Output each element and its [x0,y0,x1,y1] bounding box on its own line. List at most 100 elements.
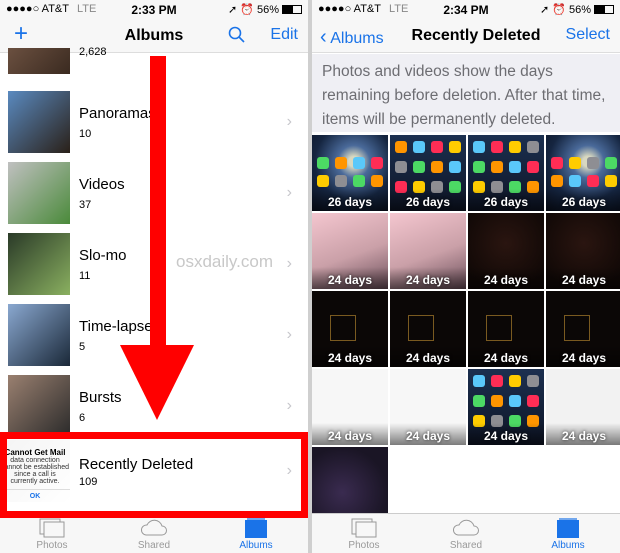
app-icon [431,141,443,153]
photos-icon [12,516,92,540]
days-remaining: 26 days [327,195,373,209]
app-icon [587,157,599,169]
album-count: 6 [79,412,86,424]
app-icon [509,395,521,407]
album-count: 10 [79,128,92,140]
tab-shared[interactable]: Shared [426,516,506,551]
days-remaining: 24 days [327,429,373,443]
app-icon [527,141,539,153]
chevron-left-icon: ‹ [320,26,327,48]
days-remaining: 24 days [483,273,529,287]
tab-photos[interactable]: Photos [12,516,92,551]
frame-square [486,315,512,341]
photo-thumbnail[interactable] [312,447,388,523]
chevron-right-icon: › [286,326,292,343]
photo-thumbnail[interactable]: 26 days [468,135,544,211]
days-remaining: 26 days [561,195,607,209]
info-banner: Photos and videos show the days remainin… [312,54,620,132]
recently-deleted-screen: ●●●●○ AT&T LTE 2:34 PM ➚ ⏰ 56% ‹ Albums R… [312,0,620,553]
photo-thumbnail[interactable]: 24 days [312,369,388,445]
app-icon [587,175,599,187]
app-icon [371,157,383,169]
app-icon [335,157,347,169]
select-button[interactable]: Select [566,26,610,44]
album-thumbnail [8,233,70,295]
albums-screen: ●●●●○ AT&T LTE 2:33 PM ➚ ⏰ 56% + Albums E… [0,0,308,553]
album-name: Videos [79,176,125,193]
photo-thumbnail[interactable]: 24 days [546,213,620,289]
app-icon [317,157,329,169]
app-icon [491,161,503,173]
chevron-right-icon: › [286,255,292,272]
cloud-icon [426,516,506,540]
app-icon [491,395,503,407]
photo-thumbnail[interactable]: 24 days [468,213,544,289]
photo-thumbnail[interactable]: 24 days [312,291,388,367]
app-icon [551,175,563,187]
photo-thumbnail[interactable]: 26 days [546,135,620,211]
album-name: Bursts [79,389,122,406]
app-icon [449,141,461,153]
album-thumbnail [8,48,70,74]
frame-square [330,315,356,341]
tab-bar: Photos Shared Albums [0,513,308,553]
app-icon [569,157,581,169]
app-icon [509,375,521,387]
album-name: Time-lapse [79,318,153,335]
tab-shared[interactable]: Shared [114,516,194,551]
photo-thumbnail[interactable]: 24 days [546,291,620,367]
days-remaining: 26 days [483,195,529,209]
photo-thumbnail[interactable]: 24 days [390,291,466,367]
photo-thumbnail[interactable]: 24 days [546,369,620,445]
album-thumbnail [8,304,70,366]
photo-thumbnail[interactable]: 24 days [312,213,388,289]
photo-thumbnail[interactable] [390,447,466,523]
app-icon [527,375,539,387]
album-name: Panoramas [79,105,156,122]
app-icon [605,157,617,169]
photo-grid: 26 days 26 days 26 days 26 days 24 days 24 da… [312,135,620,523]
photo-thumbnail[interactable]: 24 days [468,291,544,367]
album-name: Slo-mo [79,247,127,264]
photo-thumbnail[interactable]: 24 days [468,369,544,445]
days-remaining: 24 days [483,429,529,443]
cloud-icon [114,516,194,540]
photo-thumbnail[interactable] [468,447,544,523]
photo-thumbnail[interactable] [546,447,620,523]
days-remaining: 24 days [561,429,607,443]
app-icon [371,175,383,187]
tab-label: Shared [137,540,171,551]
app-icon [473,395,485,407]
app-icon [473,375,485,387]
days-remaining: 24 days [405,351,451,365]
days-remaining: 26 days [405,195,451,209]
app-icon [509,161,521,173]
battery-icon [282,5,302,14]
app-icon [449,161,461,173]
frame-square [408,315,434,341]
app-icon [431,161,443,173]
tab-albums[interactable]: Albums [528,516,608,551]
days-remaining: 24 days [327,273,373,287]
tab-label: Photos [36,540,68,551]
days-remaining: 24 days [327,351,373,365]
nav-bar: ‹ Albums Recently Deleted Select [312,20,620,53]
photo-thumbnail[interactable]: 26 days [390,135,466,211]
tab-label: Albums [239,540,273,551]
tab-photos[interactable]: Photos [324,516,404,551]
photo-thumbnail[interactable]: 26 days [312,135,388,211]
days-remaining: 24 days [483,351,529,365]
status-bar: ●●●●○ AT&T LTE 2:33 PM ➚ ⏰ 56% [0,0,308,20]
photo-thumbnail[interactable]: 24 days [390,369,466,445]
albums-icon [216,516,296,540]
status-right: ➚ ⏰ 56% [540,3,614,16]
days-remaining: 24 days [405,429,451,443]
album-thumbnail [8,91,70,153]
app-icon [413,161,425,173]
status-right: ➚ ⏰ 56% [228,3,302,16]
album-thumbnail [8,375,70,437]
photo-thumbnail[interactable]: 24 days [390,213,466,289]
album-count: 37 [79,199,92,211]
tab-albums[interactable]: Albums [216,516,296,551]
app-icon [317,175,329,187]
